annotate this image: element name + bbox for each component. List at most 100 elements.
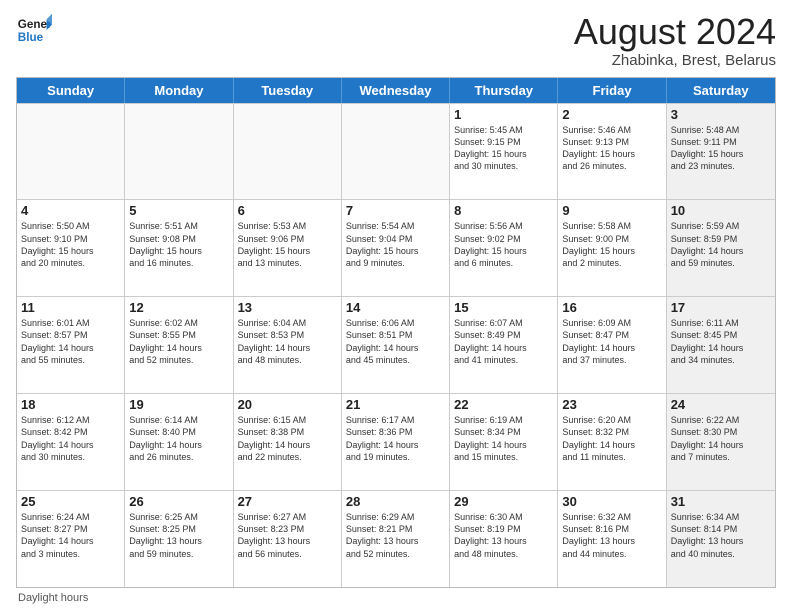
cell-text: Sunrise: 5:48 AM Sunset: 9:11 PM Dayligh…: [671, 124, 771, 173]
cell-text: Sunrise: 6:17 AM Sunset: 8:36 PM Dayligh…: [346, 414, 445, 463]
day-number: 15: [454, 300, 553, 315]
cal-cell-6: 6 Sunrise: 5:53 AM Sunset: 9:06 PM Daylig…: [234, 200, 342, 296]
cal-cell-30: 30 Sunrise: 6:32 AM Sunset: 8:16 PM Dayli…: [558, 491, 666, 587]
cell-text: Sunrise: 6:04 AM Sunset: 8:53 PM Dayligh…: [238, 317, 337, 366]
cal-row-2: 11Sunrise: 6:01 AM Sunset: 8:57 PM Dayli…: [17, 296, 775, 393]
calendar: SundayMondayTuesdayWednesdayThursdayFrid…: [16, 77, 776, 588]
day-number: 25: [21, 494, 120, 509]
day-number: 19: [129, 397, 228, 412]
cal-cell-22: 22 Sunrise: 6:19 AM Sunset: 8:34 PM Dayli…: [450, 394, 558, 490]
day-number: 11: [21, 300, 120, 315]
cal-cell-2: 2Sunrise: 5:46 AM Sunset: 9:13 PM Daylig…: [558, 104, 666, 200]
day-number: 9: [562, 203, 661, 218]
day-number: 31: [671, 494, 771, 509]
cell-text: Sunrise: 6:14 AM Sunset: 8:40 PM Dayligh…: [129, 414, 228, 463]
cell-text: Sunrise: 5:54 AM Sunset: 9:04 PM Dayligh…: [346, 220, 445, 269]
day-number: 10: [671, 203, 771, 218]
calendar-body: 1Sunrise: 5:45 AM Sunset: 9:15 PM Daylig…: [17, 103, 775, 587]
cal-cell-21: 21 Sunrise: 6:17 AM Sunset: 8:36 PM Dayli…: [342, 394, 450, 490]
day-number: 17: [671, 300, 771, 315]
header-cell-saturday: Saturday: [667, 78, 775, 103]
cell-text: Sunrise: 6:15 AM Sunset: 8:38 PM Dayligh…: [238, 414, 337, 463]
logo: General Blue: [16, 12, 52, 48]
cal-cell-17: 17 Sunrise: 6:11 AM Sunset: 8:45 PM Dayli…: [667, 297, 775, 393]
cal-cell-3: 3 Sunrise: 5:48 AM Sunset: 9:11 PM Daylig…: [667, 104, 775, 200]
cell-text: Sunrise: 5:53 AM Sunset: 9:06 PM Dayligh…: [238, 220, 337, 269]
cell-text: Sunrise: 6:20 AM Sunset: 8:32 PM Dayligh…: [562, 414, 661, 463]
day-number: 3: [671, 107, 771, 122]
cell-text: Sunrise: 6:12 AM Sunset: 8:42 PM Dayligh…: [21, 414, 120, 463]
logo-icon: General Blue: [16, 12, 52, 48]
cal-cell-27: 27Sunrise: 6:27 AM Sunset: 8:23 PM Dayli…: [234, 491, 342, 587]
cal-cell-11: 11Sunrise: 6:01 AM Sunset: 8:57 PM Dayli…: [17, 297, 125, 393]
cal-cell-4: 4 Sunrise: 5:50 AM Sunset: 9:10 PM Daylig…: [17, 200, 125, 296]
cal-row-1: 4 Sunrise: 5:50 AM Sunset: 9:10 PM Daylig…: [17, 199, 775, 296]
cal-cell-1: 1Sunrise: 5:45 AM Sunset: 9:15 PM Daylig…: [450, 104, 558, 200]
day-number: 12: [129, 300, 228, 315]
cal-cell-15: 15 Sunrise: 6:07 AM Sunset: 8:49 PM Dayli…: [450, 297, 558, 393]
header-cell-friday: Friday: [558, 78, 666, 103]
header-cell-tuesday: Tuesday: [234, 78, 342, 103]
cell-text: Sunrise: 6:09 AM Sunset: 8:47 PM Dayligh…: [562, 317, 661, 366]
cal-cell-23: 23Sunrise: 6:20 AM Sunset: 8:32 PM Dayli…: [558, 394, 666, 490]
svg-text:Blue: Blue: [18, 31, 44, 44]
cal-cell-empty: [17, 104, 125, 200]
cell-text: Sunrise: 6:34 AM Sunset: 8:14 PM Dayligh…: [671, 511, 771, 560]
cal-cell-13: 13 Sunrise: 6:04 AM Sunset: 8:53 PM Dayli…: [234, 297, 342, 393]
cal-cell-12: 12 Sunrise: 6:02 AM Sunset: 8:55 PM Dayli…: [125, 297, 233, 393]
page: General Blue August 2024 Zhabinka, Brest…: [0, 0, 792, 612]
cal-cell-empty: [342, 104, 450, 200]
day-number: 13: [238, 300, 337, 315]
cal-cell-9: 9 Sunrise: 5:58 AM Sunset: 9:00 PM Daylig…: [558, 200, 666, 296]
day-number: 22: [454, 397, 553, 412]
cal-cell-8: 8Sunrise: 5:56 AM Sunset: 9:02 PM Daylig…: [450, 200, 558, 296]
cell-text: Sunrise: 5:56 AM Sunset: 9:02 PM Dayligh…: [454, 220, 553, 269]
day-number: 27: [238, 494, 337, 509]
cal-cell-19: 19 Sunrise: 6:14 AM Sunset: 8:40 PM Dayli…: [125, 394, 233, 490]
cell-text: Sunrise: 6:32 AM Sunset: 8:16 PM Dayligh…: [562, 511, 661, 560]
cal-cell-14: 14 Sunrise: 6:06 AM Sunset: 8:51 PM Dayli…: [342, 297, 450, 393]
day-number: 7: [346, 203, 445, 218]
cell-text: Sunrise: 6:07 AM Sunset: 8:49 PM Dayligh…: [454, 317, 553, 366]
cell-text: Sunrise: 6:29 AM Sunset: 8:21 PM Dayligh…: [346, 511, 445, 560]
header-cell-wednesday: Wednesday: [342, 78, 450, 103]
day-number: 21: [346, 397, 445, 412]
cell-text: Sunrise: 6:06 AM Sunset: 8:51 PM Dayligh…: [346, 317, 445, 366]
subtitle: Zhabinka, Brest, Belarus: [574, 52, 776, 69]
cal-cell-20: 20 Sunrise: 6:15 AM Sunset: 8:38 PM Dayli…: [234, 394, 342, 490]
header-cell-monday: Monday: [125, 78, 233, 103]
day-number: 29: [454, 494, 553, 509]
day-number: 26: [129, 494, 228, 509]
cal-cell-25: 25 Sunrise: 6:24 AM Sunset: 8:27 PM Dayli…: [17, 491, 125, 587]
day-number: 18: [21, 397, 120, 412]
cell-text: Sunrise: 5:51 AM Sunset: 9:08 PM Dayligh…: [129, 220, 228, 269]
cell-text: Sunrise: 6:24 AM Sunset: 8:27 PM Dayligh…: [21, 511, 120, 560]
cell-text: Sunrise: 6:22 AM Sunset: 8:30 PM Dayligh…: [671, 414, 771, 463]
title-block: August 2024 Zhabinka, Brest, Belarus: [574, 12, 776, 69]
day-number: 20: [238, 397, 337, 412]
cal-cell-empty: [234, 104, 342, 200]
day-number: 30: [562, 494, 661, 509]
cell-text: Sunrise: 6:02 AM Sunset: 8:55 PM Dayligh…: [129, 317, 228, 366]
cell-text: Sunrise: 6:11 AM Sunset: 8:45 PM Dayligh…: [671, 317, 771, 366]
cal-cell-empty: [125, 104, 233, 200]
cell-text: Sunrise: 5:58 AM Sunset: 9:00 PM Dayligh…: [562, 220, 661, 269]
cell-text: Sunrise: 5:50 AM Sunset: 9:10 PM Dayligh…: [21, 220, 120, 269]
day-number: 6: [238, 203, 337, 218]
cal-cell-31: 31 Sunrise: 6:34 AM Sunset: 8:14 PM Dayli…: [667, 491, 775, 587]
day-number: 16: [562, 300, 661, 315]
footnote: Daylight hours: [16, 592, 776, 604]
cell-text: Sunrise: 5:46 AM Sunset: 9:13 PM Dayligh…: [562, 124, 661, 173]
cell-text: Sunrise: 6:19 AM Sunset: 8:34 PM Dayligh…: [454, 414, 553, 463]
cal-row-0: 1Sunrise: 5:45 AM Sunset: 9:15 PM Daylig…: [17, 103, 775, 200]
day-number: 5: [129, 203, 228, 218]
day-number: 4: [21, 203, 120, 218]
cal-row-4: 25 Sunrise: 6:24 AM Sunset: 8:27 PM Dayli…: [17, 490, 775, 587]
cal-cell-24: 24Sunrise: 6:22 AM Sunset: 8:30 PM Dayli…: [667, 394, 775, 490]
cal-cell-26: 26Sunrise: 6:25 AM Sunset: 8:25 PM Dayli…: [125, 491, 233, 587]
day-number: 14: [346, 300, 445, 315]
main-title: August 2024: [574, 12, 776, 52]
header-cell-sunday: Sunday: [17, 78, 125, 103]
cell-text: Sunrise: 5:45 AM Sunset: 9:15 PM Dayligh…: [454, 124, 553, 173]
calendar-header: SundayMondayTuesdayWednesdayThursdayFrid…: [17, 78, 775, 103]
